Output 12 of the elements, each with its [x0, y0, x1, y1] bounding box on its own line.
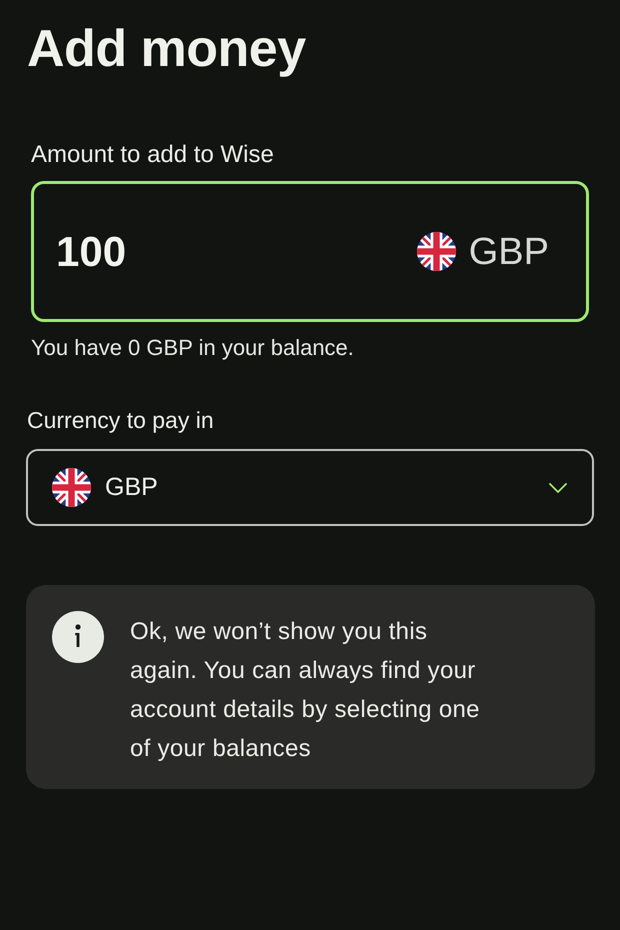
currency-label: Currency to pay in: [27, 406, 214, 435]
balance-note: You have 0 GBP in your balance.: [31, 334, 354, 362]
amount-label: Amount to add to Wise: [31, 140, 274, 170]
info-icon: [52, 611, 104, 663]
currency-select[interactable]: GBP: [26, 449, 594, 526]
info-message: Ok, we won’t show you this again. You can always find your account details by selecting one of your balances: [130, 617, 481, 764]
page-title: Add money: [27, 19, 306, 80]
flag-icon: [52, 468, 91, 507]
amount-field[interactable]: 100 GBP: [31, 181, 589, 322]
chevron-icon: [549, 482, 567, 492]
flag-icon: [416, 232, 456, 271]
currency-button[interactable]: GBP: [416, 228, 549, 274]
